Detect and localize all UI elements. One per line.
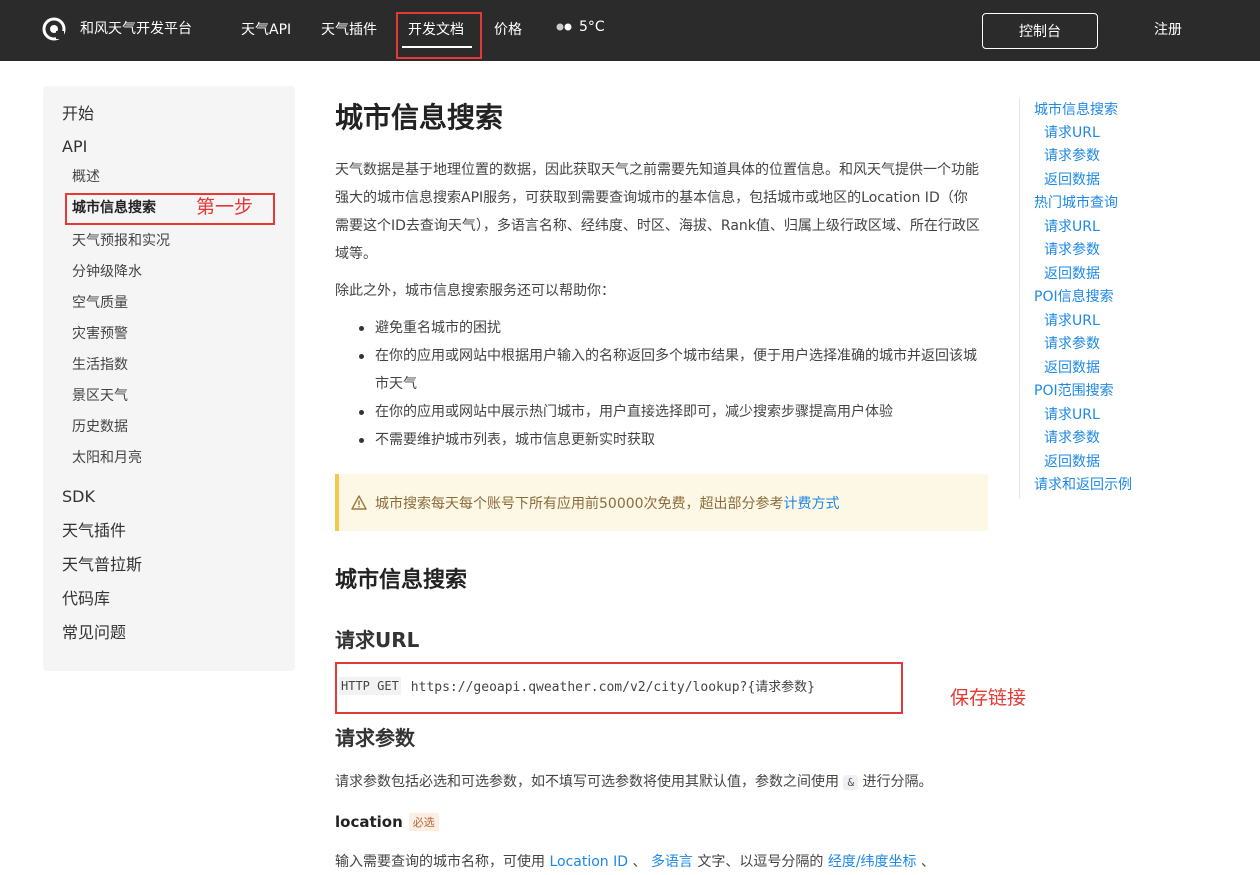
- toc-item[interactable]: 返回数据: [1044, 358, 1100, 378]
- weather-widget[interactable]: 5°C: [556, 19, 605, 35]
- sidebar-item-indices[interactable]: 生活指数: [72, 355, 128, 375]
- pricing-link[interactable]: 计费方式: [784, 493, 840, 513]
- sidebar-item-sdk[interactable]: SDK: [62, 486, 95, 508]
- docs-sidebar: 开始 API 概述 城市信息搜索 天气预报和实况 分钟级降水 空气质量 灾害预警…: [43, 86, 295, 671]
- free-quota-notice: 城市搜索每天每个账号下所有应用前50000次免费，超出部分参考 计费方式: [335, 474, 988, 531]
- intro-paragraph: 天气数据是基于地理位置的数据，因此获取天气之前需要先知道具体的位置信息。和风天气…: [335, 162, 980, 262]
- location-desc-before: 输入需要查询的城市名称，可使用: [335, 854, 545, 870]
- sidebar-item-api[interactable]: API: [62, 136, 87, 158]
- toc-item[interactable]: 请求URL: [1044, 311, 1100, 331]
- section-title: 城市信息搜索: [335, 568, 468, 593]
- toc-item[interactable]: POI范围搜索: [1034, 381, 1114, 401]
- sidebar-item-widget[interactable]: 天气插件: [62, 520, 126, 542]
- sidebar-item-astronomy[interactable]: 太阳和月亮: [72, 448, 142, 468]
- weather-moon-icon: [556, 23, 572, 31]
- nav-weather-plugin[interactable]: 天气插件: [321, 20, 377, 40]
- toc-item[interactable]: 请求URL: [1044, 405, 1100, 425]
- location-mid: 文字、以逗号分隔的: [697, 854, 824, 870]
- list-item: 不需要维护城市列表，城市信息更新实时获取: [355, 426, 980, 454]
- sidebar-item-air-quality[interactable]: 空气质量: [72, 293, 128, 313]
- toc-item[interactable]: 热门城市查询: [1034, 193, 1118, 213]
- annotation-box-dev-docs: [396, 12, 482, 59]
- params-desc-after: 进行分隔。: [862, 774, 933, 790]
- toc-item[interactable]: 返回数据: [1044, 170, 1100, 190]
- sidebar-item-overview[interactable]: 概述: [72, 167, 100, 187]
- param-location: location 必选: [335, 813, 439, 831]
- annotation-save-note: 保存链接: [950, 687, 1027, 709]
- also-paragraph: 除此之外，城市信息搜索服务还可以帮助你：: [335, 283, 615, 299]
- annotation-step-note: 第一步: [196, 196, 254, 218]
- toc-item[interactable]: 返回数据: [1044, 264, 1100, 284]
- toc-item[interactable]: 请求URL: [1044, 217, 1100, 237]
- toc-item[interactable]: 请求参数: [1044, 146, 1100, 166]
- location-end: 、: [921, 854, 936, 870]
- sidebar-item-warning[interactable]: 灾害预警: [72, 324, 128, 344]
- register-link[interactable]: 注册: [1154, 20, 1182, 40]
- top-nav-bar: 和风天气开发平台 天气API 天气插件 开发文档 价格 5°C 控制台 注册: [0, 0, 1260, 61]
- brand[interactable]: 和风天气开发平台: [42, 17, 192, 41]
- toc-item[interactable]: 请求参数: [1044, 428, 1100, 448]
- brand-name: 和风天气开发平台: [80, 21, 192, 37]
- sidebar-item-poi-weather[interactable]: 景区天气: [72, 386, 128, 406]
- toc-item[interactable]: 请求URL: [1044, 123, 1100, 143]
- console-button[interactable]: 控制台: [982, 13, 1098, 49]
- qweather-logo-icon: [42, 17, 66, 41]
- nav-weather-api[interactable]: 天气API: [241, 20, 291, 40]
- required-badge: 必选: [408, 813, 439, 831]
- location-description: 输入需要查询的城市名称，可使用 Location ID 、 多语言 文字、以逗号…: [335, 848, 980, 875]
- multi-language-link[interactable]: 多语言: [651, 854, 693, 870]
- weather-temperature: 5°C: [579, 19, 605, 35]
- coordinates-link[interactable]: 经度/纬度坐标: [828, 854, 917, 870]
- toc-item[interactable]: 返回数据: [1044, 452, 1100, 472]
- feature-list: 避免重名城市的困扰 在你的应用或网站中根据用户输入的名称返回多个城市结果，便于用…: [355, 314, 980, 454]
- request-url-heading: 请求URL: [335, 628, 420, 652]
- sidebar-item-minutely[interactable]: 分钟级降水: [72, 262, 142, 282]
- warning-icon: [351, 495, 367, 510]
- request-url-text[interactable]: https://geoapi.qweather.com/v2/city/look…: [411, 676, 815, 695]
- sidebar-item-code-lib[interactable]: 代码库: [62, 588, 110, 610]
- params-description: 请求参数包括必选和可选参数，如不填写可选参数将使用其默认值，参数之间使用 & 进…: [335, 768, 980, 797]
- sidebar-item-faq[interactable]: 常见问题: [62, 622, 126, 644]
- location-sep: 、: [632, 854, 647, 870]
- sidebar-item-history[interactable]: 历史数据: [72, 417, 128, 437]
- sidebar-item-plus[interactable]: 天气普拉斯: [62, 554, 142, 576]
- http-method-badge: HTTP GET: [339, 676, 401, 695]
- toc-item[interactable]: 请求参数: [1044, 334, 1100, 354]
- nav-pricing[interactable]: 价格: [494, 20, 522, 40]
- toc-item[interactable]: 城市信息搜索: [1034, 100, 1118, 120]
- sidebar-item-forecast[interactable]: 天气预报和实况: [72, 231, 170, 251]
- notice-text: 城市搜索每天每个账号下所有应用前50000次免费，超出部分参考: [375, 495, 784, 512]
- list-item: 在你的应用或网站中根据用户输入的名称返回多个城市结果，便于用户选择准确的城市并返…: [355, 342, 980, 398]
- list-item: 避免重名城市的困扰: [355, 314, 980, 342]
- toc-item[interactable]: 请求和返回示例: [1034, 475, 1132, 495]
- location-id-link[interactable]: Location ID: [549, 854, 628, 870]
- params-desc-before: 请求参数包括必选和可选参数，如不填写可选参数将使用其默认值，参数之间使用: [335, 774, 839, 790]
- sidebar-item-start[interactable]: 开始: [62, 103, 94, 125]
- separator-code: &: [843, 775, 859, 790]
- toc-item[interactable]: 请求参数: [1044, 240, 1100, 260]
- table-of-contents: 城市信息搜索 请求URL 请求参数 返回数据 热门城市查询 请求URL 请求参数…: [1019, 98, 1199, 498]
- list-item: 在你的应用或网站中展示热门城市，用户直接选择即可，减少搜索步骤提高用户体验: [355, 398, 980, 426]
- request-url-code[interactable]: HTTP GET https://geoapi.qweather.com/v2/…: [339, 676, 815, 695]
- request-params-heading: 请求参数: [335, 726, 415, 750]
- toc-item[interactable]: POI信息搜索: [1034, 287, 1114, 307]
- param-location-name: location: [335, 813, 403, 831]
- page-title: 城市信息搜索: [335, 101, 504, 134]
